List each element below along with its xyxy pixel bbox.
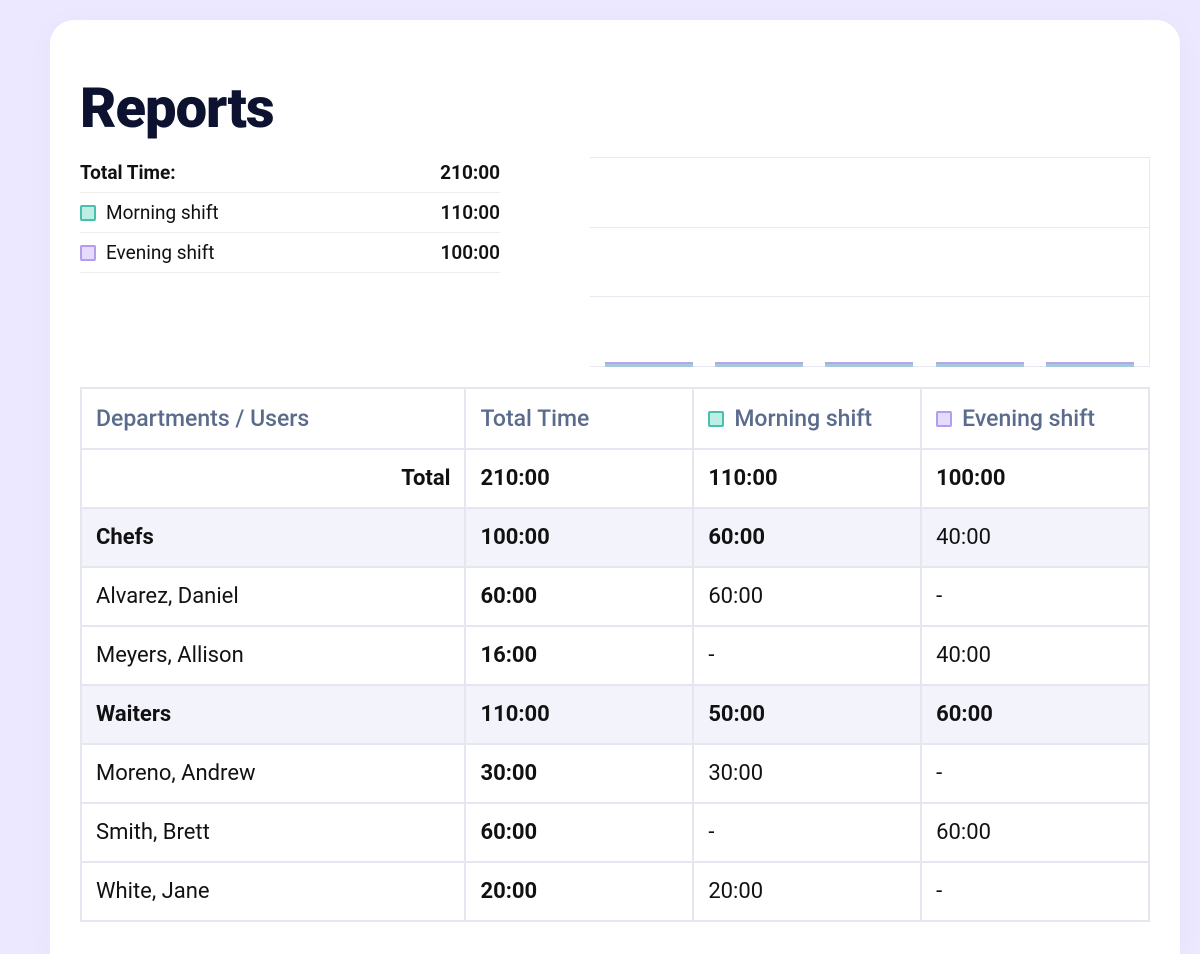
chart-bar	[605, 362, 693, 367]
cell-evening: 40:00	[921, 508, 1149, 567]
cell-morning: 30:00	[693, 744, 921, 803]
evening-swatch-icon	[936, 411, 952, 427]
bar-morning-segment	[1046, 364, 1134, 367]
chart-bar	[715, 362, 803, 367]
summary-panel: Total Time: 210:00 Morning shift 110:00 Ev…	[80, 157, 500, 273]
bar-morning-segment	[825, 364, 913, 367]
cell-name: Chefs	[81, 508, 465, 567]
total-label-cell: Total	[81, 449, 465, 508]
report-card: Reports Total Time: 210:00 Morning shift…	[50, 20, 1180, 954]
col-header-name[interactable]: Departments / Users	[81, 388, 465, 449]
total-evening-cell: 100:00	[921, 449, 1149, 508]
cell-total: 60:00	[465, 803, 693, 862]
cell-total: 20:00	[465, 862, 693, 921]
cell-evening: 60:00	[921, 803, 1149, 862]
cell-total: 100:00	[465, 508, 693, 567]
shift-value: 100:00	[441, 241, 500, 264]
chart-bar	[825, 362, 913, 367]
bar-morning-segment	[605, 364, 693, 367]
col-header-morning[interactable]: Morning shift	[693, 388, 921, 449]
col-header-total[interactable]: Total Time	[465, 388, 693, 449]
cell-name: Moreno, Andrew	[81, 744, 465, 803]
cell-total: 110:00	[465, 685, 693, 744]
table-user-row[interactable]: Moreno, Andrew30:0030:00-	[81, 744, 1149, 803]
summary-shift-row: Morning shift 110:00	[80, 193, 500, 233]
summary-total-value: 210:00	[440, 161, 500, 184]
cell-name: Alvarez, Daniel	[81, 567, 465, 626]
morning-swatch-icon	[80, 205, 96, 221]
cell-name: White, Jane	[81, 862, 465, 921]
shift-chart	[590, 157, 1150, 367]
shift-name: Morning shift	[106, 201, 219, 224]
cell-total: 60:00	[465, 567, 693, 626]
col-header-evening[interactable]: Evening shift	[921, 388, 1149, 449]
cell-total: 30:00	[465, 744, 693, 803]
total-total-cell: 210:00	[465, 449, 693, 508]
table-header-row: Departments / Users Total Time Morning s…	[81, 388, 1149, 449]
cell-evening: -	[921, 567, 1149, 626]
cell-evening: -	[921, 744, 1149, 803]
cell-name: Smith, Brett	[81, 803, 465, 862]
table-group-row[interactable]: Waiters110:0050:0060:00	[81, 685, 1149, 744]
table-user-row[interactable]: Alvarez, Daniel60:0060:00-	[81, 567, 1149, 626]
cell-name: Meyers, Allison	[81, 626, 465, 685]
table-group-row[interactable]: Chefs100:0060:0040:00	[81, 508, 1149, 567]
report-table: Departments / Users Total Time Morning s…	[80, 387, 1150, 922]
cell-morning: 60:00	[693, 508, 921, 567]
cell-evening: 40:00	[921, 626, 1149, 685]
table-total-row: Total 210:00 110:00 100:00	[81, 449, 1149, 508]
table-user-row[interactable]: Smith, Brett60:00-60:00	[81, 803, 1149, 862]
table-user-row[interactable]: White, Jane20:0020:00-	[81, 862, 1149, 921]
bar-morning-segment	[715, 364, 803, 367]
summary-total-label: Total Time:	[80, 161, 176, 184]
cell-morning: 50:00	[693, 685, 921, 744]
cell-morning: 60:00	[693, 567, 921, 626]
evening-swatch-icon	[80, 245, 96, 261]
summary-total-row: Total Time: 210:00	[80, 157, 500, 193]
cell-morning: -	[693, 626, 921, 685]
chart-bar	[936, 362, 1024, 367]
cell-morning: -	[693, 803, 921, 862]
summary-shift-row: Evening shift 100:00	[80, 233, 500, 273]
shift-name: Evening shift	[106, 241, 214, 264]
morning-swatch-icon	[708, 411, 724, 427]
shift-value: 110:00	[441, 201, 500, 224]
cell-total: 16:00	[465, 626, 693, 685]
cell-evening: 60:00	[921, 685, 1149, 744]
top-row: Total Time: 210:00 Morning shift 110:00 Ev…	[80, 157, 1150, 367]
table-user-row[interactable]: Meyers, Allison16:00-40:00	[81, 626, 1149, 685]
chart-bars	[590, 157, 1149, 367]
page-title: Reports	[80, 75, 1150, 141]
chart-bar	[1046, 362, 1134, 367]
bar-morning-segment	[936, 364, 1024, 367]
total-morning-cell: 110:00	[693, 449, 921, 508]
cell-evening: -	[921, 862, 1149, 921]
cell-morning: 20:00	[693, 862, 921, 921]
cell-name: Waiters	[81, 685, 465, 744]
